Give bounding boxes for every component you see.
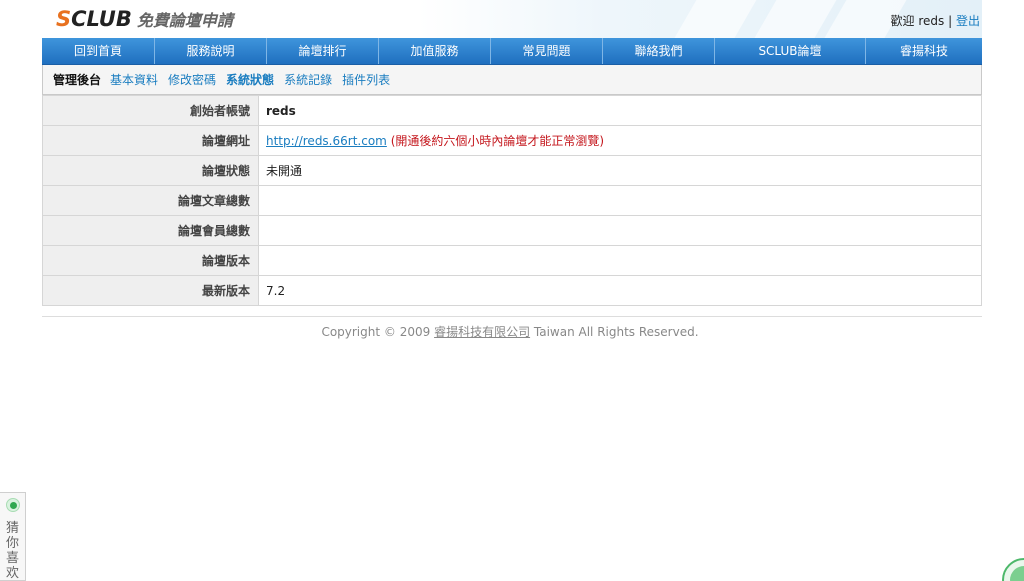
status-table: 創始者帳號 reds 論壇網址 http://reds.66rt.com (開通… <box>42 95 982 306</box>
logout-link[interactable]: 登出 <box>956 14 980 28</box>
table-row: 論壇會員總數 <box>42 215 982 246</box>
row-value: reds <box>258 95 982 126</box>
row-value: 7.2 <box>258 275 982 306</box>
nav-item-company[interactable]: 睿揚科技 <box>866 38 982 64</box>
logo-mark-rest: CLUB <box>71 7 132 31</box>
nav-item-contact[interactable]: 聯絡我們 <box>603 38 715 64</box>
row-value: http://reds.66rt.com (開通後約六個小時內論壇才能正常瀏覽) <box>258 125 982 156</box>
table-row: 論壇文章總數 <box>42 185 982 216</box>
copyright-prefix: Copyright © 2009 <box>321 325 435 339</box>
subnav-plugin-list[interactable]: 插件列表 <box>342 71 390 88</box>
nav-item-sclub-forum[interactable]: SCLUB論壇 <box>715 38 866 64</box>
recommend-label: 猜你喜欢 <box>6 521 20 581</box>
main-nav: 回到首頁 服務說明 論壇排行 加值服務 常見問題 聯絡我們 SCLUB論壇 睿揚… <box>42 38 982 65</box>
row-label: 創始者帳號 <box>42 95 259 126</box>
subnav-basic-info[interactable]: 基本資料 <box>110 71 158 88</box>
nav-item-home[interactable]: 回到首頁 <box>42 38 155 64</box>
activation-note: (開通後約六個小時內論壇才能正常瀏覽) <box>390 134 605 148</box>
recommend-widget[interactable]: 猜你喜欢 <box>0 492 26 581</box>
table-row: 論壇網址 http://reds.66rt.com (開通後約六個小時內論壇才能… <box>42 125 982 156</box>
row-value <box>258 185 982 216</box>
row-label: 論壇狀態 <box>42 155 259 186</box>
subnav-system-log[interactable]: 系統記錄 <box>284 71 332 88</box>
row-label: 論壇會員總數 <box>42 215 259 246</box>
row-value <box>258 215 982 246</box>
welcome-area: 歡迎 reds | 登出 <box>891 12 980 29</box>
site-logo[interactable]: SCLUB 免費論壇申請 <box>56 7 233 31</box>
admin-subnav: 管理後台 基本資料 修改密碼 系統狀態 系統記錄 插件列表 <box>42 65 982 95</box>
username: reds <box>918 14 945 28</box>
green-circle-icon[interactable] <box>1002 558 1024 581</box>
admin-title: 管理後台 <box>53 73 102 87</box>
forum-url-link[interactable]: http://reds.66rt.com <box>266 134 387 148</box>
footer-divider <box>42 316 982 317</box>
site-header: SCLUB 免費論壇申請 歡迎 reds | 登出 <box>42 0 982 38</box>
row-label: 最新版本 <box>42 275 259 306</box>
copyright-suffix: Taiwan All Rights Reserved. <box>530 325 699 339</box>
logo-mark: SCLUB <box>56 7 132 31</box>
company-link[interactable]: 睿揚科技有限公司 <box>434 325 530 339</box>
copyright-footer: Copyright © 2009 睿揚科技有限公司 Taiwan All Rig… <box>0 323 1020 340</box>
separator: | <box>948 14 953 28</box>
table-row: 最新版本 7.2 <box>42 275 982 306</box>
logo-mark-s: S <box>56 7 72 31</box>
nav-item-faq[interactable]: 常見問題 <box>491 38 603 64</box>
table-row: 論壇狀態 未開通 <box>42 155 982 186</box>
table-row: 創始者帳號 reds <box>42 95 982 126</box>
row-label: 論壇文章總數 <box>42 185 259 216</box>
logo-subtitle: 免費論壇申請 <box>136 11 233 30</box>
row-value: 未開通 <box>258 155 982 186</box>
row-label: 論壇版本 <box>42 245 259 276</box>
row-value <box>258 245 982 276</box>
subnav-system-status[interactable]: 系統狀態 <box>226 71 274 88</box>
header-decoration <box>661 0 763 38</box>
nav-item-premium[interactable]: 加值服務 <box>379 38 491 64</box>
table-row: 論壇版本 <box>42 245 982 276</box>
nav-item-ranking[interactable]: 論壇排行 <box>267 38 379 64</box>
welcome-prefix: 歡迎 <box>890 14 915 28</box>
green-dot-icon <box>6 498 20 512</box>
row-label: 論壇網址 <box>42 125 259 156</box>
nav-item-service[interactable]: 服務說明 <box>155 38 267 64</box>
subnav-change-password[interactable]: 修改密碼 <box>168 71 216 88</box>
